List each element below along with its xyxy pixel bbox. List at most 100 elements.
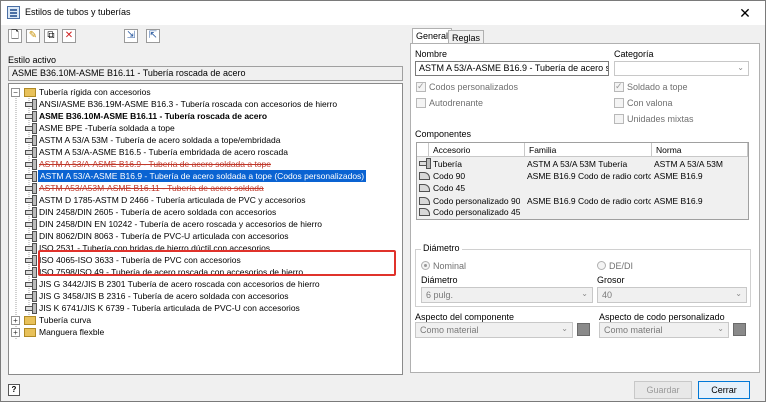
components-table[interactable]: Accesorio Familia Norma Tubería ASTM A 5… [416, 142, 749, 220]
components-label: Componentes [415, 129, 472, 139]
save-button[interactable]: Guardar [634, 381, 692, 399]
pipe-style-icon [25, 279, 37, 290]
nominal-radio[interactable] [421, 261, 430, 270]
diameter-value: 6 pulg. [426, 290, 454, 300]
delete-style-button[interactable]: ✕ [62, 29, 76, 43]
de-di-label: DE/DI [609, 261, 634, 271]
pipe-style-icon [25, 111, 37, 122]
collapse-icon[interactable]: − [11, 88, 20, 97]
tab-general[interactable]: General [412, 28, 453, 43]
tree-item-label: JIS G 3442/JIS B 2301 Tubería de acero r… [39, 279, 320, 289]
cell-accessory: Tubería [433, 159, 462, 169]
pipe-style-icon [25, 291, 37, 302]
new-style-button[interactable]: 🗋 [8, 29, 22, 43]
elbow-icon [419, 182, 430, 192]
diameter-label: Diámetro [421, 275, 458, 285]
name-field[interactable]: ASTM A 53/A-ASME B16.9 - Tubería de acer… [415, 61, 609, 76]
custom-elbow-color-swatch[interactable] [733, 323, 746, 336]
style-tree[interactable]: − Tubería rígida con accesorios ANSI/ASM… [8, 83, 403, 375]
column-header-accessory[interactable]: Accesorio [429, 143, 525, 157]
custom-elbow-appearance-label: Aspecto de codo personalizado [599, 312, 725, 322]
column-header-family[interactable]: Familia [525, 143, 652, 157]
custom-elbows-checkbox[interactable] [416, 81, 426, 92]
cell-accessory: Codo 45 [433, 183, 466, 193]
category-select[interactable]: ⌄ [614, 61, 749, 76]
tree-item-label: DIN 2458/DIN 2605 - Tubería de acero sol… [39, 207, 277, 217]
custom-elbows-label: Codos personalizados [429, 82, 519, 92]
diameter-select[interactable]: 6 pulg. ⌄ [421, 287, 593, 303]
cell-standard: ASME B16.9 [654, 196, 703, 206]
cell-accessory: Codo 90 [433, 171, 466, 181]
butt-welded-checkbox[interactable] [614, 81, 624, 92]
tree-item-label: ASME BPE -Tubería soldada a tope [39, 123, 175, 133]
import-icon: ⇲ [126, 30, 136, 41]
tree-item-label: DIN 2458/DIN EN 10242 - Tubería de acero… [39, 219, 323, 229]
tree-group-label: Tubería rígida con accesorios [39, 87, 151, 97]
elbow-icon [419, 170, 430, 180]
elbow-icon [419, 195, 430, 205]
import-style-button[interactable]: ⇲ [124, 29, 138, 43]
export-icon: ⇱ [148, 30, 158, 41]
pipe-style-icon [25, 147, 37, 158]
pipe-style-icon [25, 303, 37, 314]
butt-welded-label: Soldado a tope [627, 82, 688, 92]
pipe-style-icon [25, 243, 37, 254]
pipe-style-icon [25, 183, 37, 194]
help-icon[interactable]: ? [8, 384, 20, 396]
component-appearance-select[interactable]: Como material ⌄ [415, 322, 573, 338]
cell-accessory: Codo personalizado 45 [433, 207, 521, 217]
chevron-down-icon: ⌄ [561, 324, 568, 333]
dialog-app-icon [7, 6, 20, 19]
active-style-label: Estilo activo [8, 55, 57, 65]
tree-group-label: Tubería curva [39, 315, 92, 325]
copy-style-button[interactable]: ⧉ [44, 29, 58, 43]
tree-item-label: ASTM A 53/A-ASME B16.5 - Tubería embrida… [39, 147, 288, 157]
name-label: Nombre [415, 49, 448, 59]
tree-item-label: JIS G 3458/JIS B 2316 - Tubería de acero… [39, 291, 289, 301]
folder-icon [24, 316, 36, 325]
component-appearance-label: Aspecto del componente [415, 312, 515, 322]
flanged-label: Con valona [627, 98, 673, 108]
pipe-style-icon [25, 267, 37, 278]
pipe-style-icon [25, 219, 37, 230]
column-header-standard[interactable]: Norma [652, 143, 748, 157]
tree-item-label: ASME B36.10M-ASME B16.11 - Tubería rosca… [39, 111, 268, 121]
highlight-box [38, 250, 396, 276]
close-button[interactable]: Cerrar [698, 381, 750, 399]
component-color-swatch[interactable] [577, 323, 590, 336]
tab-rules[interactable]: Reglas [448, 30, 485, 43]
export-style-button[interactable]: ⇱ [146, 29, 160, 43]
thickness-label: Grosor [597, 275, 625, 285]
folder-icon [24, 328, 36, 337]
active-style-field: ASME B36.10M-ASME B16.11 - Tubería rosca… [8, 66, 403, 81]
custom-elbow-appearance-select[interactable]: Como material ⌄ [599, 322, 729, 338]
de-di-radio[interactable] [597, 261, 606, 270]
pipe-style-icon [25, 159, 37, 170]
pipe-style-icon [25, 231, 37, 242]
pipe-style-icon [25, 135, 37, 146]
flanged-checkbox[interactable] [614, 98, 624, 108]
elbow-icon [419, 206, 430, 216]
title-bar: Estilos de tubos y tuberías ✕ [1, 1, 765, 25]
self-draining-label: Autodrenante [429, 98, 484, 108]
edit-style-button[interactable]: ✎ [26, 29, 40, 43]
thickness-select[interactable]: 40 ⌄ [597, 287, 747, 303]
pipe-style-icon [25, 123, 37, 134]
cell-family: ASME B16.9 Codo de radio corto [527, 171, 651, 181]
expand-icon[interactable]: + [11, 316, 20, 325]
expand-icon[interactable]: + [11, 328, 20, 337]
tree-group-label: Manguera flexble [39, 327, 105, 337]
folder-icon [24, 88, 36, 97]
mixed-units-checkbox[interactable] [614, 114, 624, 124]
cell-standard: ASTM A 53/A 53M [654, 159, 723, 169]
close-window-button[interactable]: ✕ [731, 3, 759, 23]
pipe-style-icon [25, 171, 37, 182]
self-draining-checkbox[interactable] [416, 98, 426, 108]
chevron-down-icon: ⌄ [581, 289, 588, 298]
cell-accessory: Codo personalizado 90 [433, 196, 521, 206]
cell-family: ASTM A 53/A 53M Tubería [527, 159, 628, 169]
mixed-units-label: Unidades mixtas [627, 114, 694, 124]
tree-item-label: ASTM A 53/A-ASME B16.9 - Tubería de acer… [39, 159, 271, 169]
category-label: Categoría [614, 49, 654, 59]
chevron-down-icon: ⌄ [737, 63, 744, 72]
